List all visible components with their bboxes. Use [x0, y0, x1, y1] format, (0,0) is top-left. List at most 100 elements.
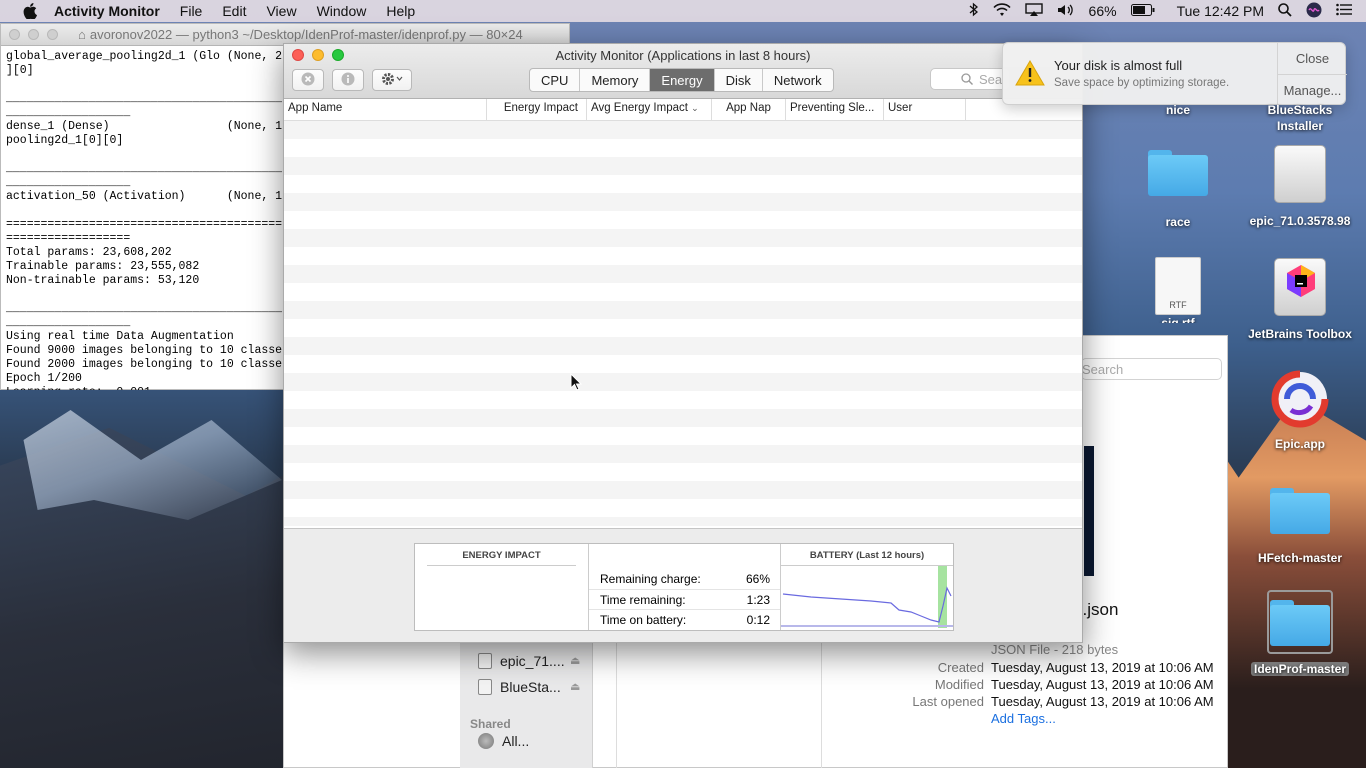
- volume-icon[interactable]: [1057, 3, 1075, 20]
- wifi-icon[interactable]: [992, 2, 1011, 20]
- table-row[interactable]: [284, 373, 1082, 391]
- menu-edit[interactable]: Edit: [222, 3, 246, 19]
- desktop-item-rtf[interactable]: RTF sig.rtf: [1123, 257, 1233, 323]
- clock[interactable]: Tue 12:42 PM: [1177, 3, 1264, 19]
- table-row[interactable]: [284, 319, 1082, 337]
- table-row[interactable]: [284, 445, 1082, 463]
- terminal-line: __________________: [6, 176, 131, 189]
- search-input[interactable]: Sea: [930, 68, 1010, 90]
- desktop-item-nice[interactable]: nice: [1123, 102, 1233, 118]
- apple-menu-icon[interactable]: [20, 0, 40, 22]
- quit-process-button[interactable]: [292, 69, 324, 91]
- desktop-item-epic-dmg[interactable]: epic_71.0.3578.98: [1245, 145, 1355, 229]
- table-row[interactable]: [284, 499, 1082, 517]
- tab-disk[interactable]: Disk: [715, 69, 763, 91]
- table-row[interactable]: [284, 463, 1082, 481]
- tab-network[interactable]: Network: [763, 69, 833, 91]
- terminal-output[interactable]: global_average_pooling2d_1 (Glo (None, 2…: [1, 46, 286, 390]
- sidebar-item-epic[interactable]: epic_71....: [478, 653, 565, 669]
- table-row[interactable]: [284, 157, 1082, 175]
- table-row[interactable]: [284, 481, 1082, 499]
- table-row[interactable]: [284, 211, 1082, 229]
- terminal-line: ][0]: [6, 64, 34, 77]
- menu-file[interactable]: File: [180, 3, 203, 19]
- menu-window[interactable]: Window: [317, 3, 367, 19]
- desktop-item-bluestacks[interactable]: BlueStacks Installer: [1245, 102, 1355, 134]
- eject-icon[interactable]: ⏏: [570, 654, 580, 667]
- warning-icon: [1015, 59, 1045, 87]
- menu-view[interactable]: View: [266, 3, 296, 19]
- terminal-line: __________________: [6, 316, 131, 329]
- table-row[interactable]: [284, 283, 1082, 301]
- notification-title: Your disk is almost full: [1054, 58, 1183, 73]
- column-app-nap[interactable]: App Nap: [712, 99, 786, 120]
- tab-cpu[interactable]: CPU: [530, 69, 581, 91]
- bluetooth-icon[interactable]: [969, 2, 979, 20]
- terminal-line: Non-trainable params: 53,120: [6, 274, 200, 287]
- table-row[interactable]: [284, 175, 1082, 193]
- column-energy-impact[interactable]: Energy Impact: [487, 99, 587, 120]
- column-preventing-sleep[interactable]: Preventing Sle...: [786, 99, 884, 120]
- desktop-item-jetbrains[interactable]: JetBrains Toolbox: [1245, 258, 1355, 342]
- battery-percent[interactable]: 66%: [1089, 3, 1117, 19]
- activity-monitor-window[interactable]: Activity Monitor (Applications in last 8…: [283, 43, 1083, 643]
- inspect-process-button[interactable]: [332, 69, 364, 91]
- process-table[interactable]: [284, 121, 1082, 526]
- search-icon: [961, 73, 973, 88]
- siri-icon[interactable]: [1306, 2, 1322, 21]
- disk-full-notification[interactable]: Your disk is almost full Save space by o…: [1002, 42, 1347, 106]
- sidebar-item-bluestacks[interactable]: BlueSta...: [478, 679, 561, 695]
- divider: [427, 565, 576, 566]
- table-row[interactable]: [284, 193, 1082, 211]
- meta-value: Tuesday, August 13, 2019 at 10:06 AM: [991, 694, 1214, 709]
- tab-energy[interactable]: Energy: [650, 69, 715, 91]
- table-row[interactable]: [284, 409, 1082, 427]
- desktop-item-epic-app[interactable]: Epic.app: [1245, 370, 1355, 452]
- manage-button[interactable]: Manage...: [1278, 74, 1347, 105]
- column-user[interactable]: User: [884, 99, 966, 120]
- terminal-line: Total params: 23,608,202: [6, 246, 172, 259]
- finder-search-input[interactable]: Search: [1081, 358, 1222, 380]
- table-row[interactable]: [284, 265, 1082, 283]
- desktop-item-label: race: [1165, 215, 1191, 229]
- desktop-item-hfetch[interactable]: HFetch-master: [1245, 488, 1355, 566]
- table-row[interactable]: [284, 337, 1082, 355]
- sidebar-item-label: BlueSta...: [500, 679, 561, 695]
- column-app-name[interactable]: App Name: [284, 99, 487, 120]
- desktop-item-label: nice: [1165, 103, 1190, 117]
- add-tags-link[interactable]: Add Tags...: [991, 711, 1056, 726]
- tab-memory[interactable]: Memory: [580, 69, 651, 91]
- terminal-line: Epoch 1/200: [6, 372, 82, 385]
- column-avg-energy-impact[interactable]: Avg Energy Impact ⌄: [587, 99, 712, 120]
- notification-center-icon[interactable]: [1336, 3, 1352, 19]
- table-row[interactable]: [284, 427, 1082, 445]
- battery-icon[interactable]: [1130, 3, 1155, 19]
- table-row[interactable]: [284, 247, 1082, 265]
- terminal-zoom-button[interactable]: [47, 29, 58, 40]
- desktop-item-race[interactable]: race: [1123, 150, 1233, 230]
- table-row[interactable]: [284, 229, 1082, 247]
- sidebar-item-all[interactable]: All...: [478, 733, 529, 749]
- close-button[interactable]: Close: [1278, 43, 1347, 74]
- terminal-close-button[interactable]: [9, 29, 20, 40]
- stat-label: Time remaining:: [600, 592, 686, 607]
- table-row[interactable]: [284, 391, 1082, 409]
- action-menu-button[interactable]: [372, 69, 412, 91]
- eject-icon[interactable]: ⏏: [570, 680, 580, 693]
- airplay-icon[interactable]: [1024, 2, 1043, 20]
- finder-search-placeholder: Search: [1082, 362, 1124, 377]
- table-row[interactable]: [284, 517, 1082, 526]
- table-row[interactable]: [284, 139, 1082, 157]
- menu-help[interactable]: Help: [386, 3, 415, 19]
- terminal-line: global_average_pooling2d_1 (Glo (None, 2: [6, 50, 283, 63]
- table-row[interactable]: [284, 121, 1082, 139]
- menu-app-name[interactable]: Activity Monitor: [54, 3, 160, 19]
- spotlight-icon[interactable]: [1278, 2, 1292, 20]
- table-row[interactable]: [284, 301, 1082, 319]
- stat-value: 66%: [745, 572, 770, 586]
- terminal-minimize-button[interactable]: [28, 29, 39, 40]
- desktop-item-idenprof[interactable]: IdenProf-master: [1245, 590, 1355, 677]
- table-row[interactable]: [284, 355, 1082, 373]
